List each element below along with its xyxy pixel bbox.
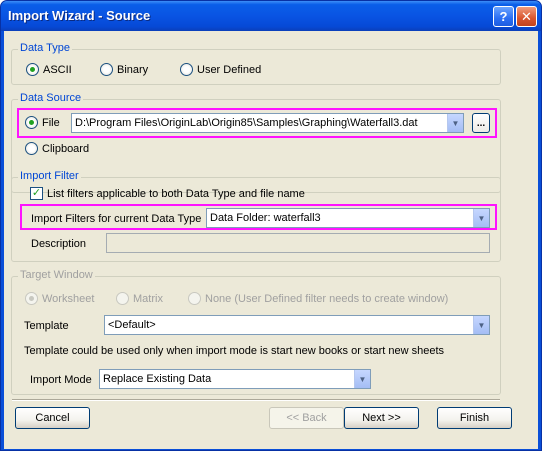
chevron-down-icon[interactable]: ▼ bbox=[473, 316, 489, 334]
button-separator bbox=[12, 399, 500, 401]
radio-worksheet[interactable]: Worksheet bbox=[25, 292, 94, 305]
file-path-combo[interactable]: D:\Program Files\OriginLab\Origin85\Samp… bbox=[71, 113, 464, 133]
cancel-button[interactable]: Cancel bbox=[15, 407, 90, 429]
radio-user-defined-indicator bbox=[180, 63, 193, 76]
radio-ascii[interactable]: ASCII bbox=[26, 63, 72, 76]
back-button[interactable]: << Back bbox=[269, 407, 344, 429]
data-type-title: Data Type bbox=[18, 42, 72, 54]
import-filter-value: Data Folder: waterfall3 bbox=[210, 212, 321, 224]
radio-file-label: File bbox=[42, 116, 60, 129]
window-title: Import Wizard - Source bbox=[8, 8, 151, 23]
list-filters-label: List filters applicable to both Data Typ… bbox=[47, 187, 305, 200]
radio-file[interactable]: File bbox=[25, 116, 60, 129]
radio-ascii-label: ASCII bbox=[43, 63, 72, 76]
import-wizard-window: Import Wizard - Source ? ✕ Data Type ASC… bbox=[0, 0, 542, 451]
radio-user-defined-label: User Defined bbox=[197, 63, 262, 76]
browse-button[interactable]: ... bbox=[472, 113, 490, 133]
radio-worksheet-label: Worksheet bbox=[42, 292, 95, 305]
radio-matrix-indicator bbox=[116, 292, 129, 305]
close-icon: ✕ bbox=[521, 8, 532, 24]
chevron-down-icon[interactable]: ▼ bbox=[354, 370, 370, 388]
radio-none[interactable]: None (User Defined filter needs to creat… bbox=[188, 292, 448, 305]
radio-matrix[interactable]: Matrix bbox=[116, 292, 163, 305]
radio-binary-label: Binary bbox=[117, 63, 149, 76]
import-filter-title: Import Filter bbox=[18, 170, 81, 182]
close-button[interactable]: ✕ bbox=[516, 6, 537, 27]
template-note: Template could be used only when import … bbox=[24, 345, 445, 357]
import-mode-label: Import Mode bbox=[30, 374, 92, 386]
dialog-body: Data Type ASCII Binary User Defined Data… bbox=[4, 31, 538, 449]
import-mode-combo[interactable]: Replace Existing Data ▼ bbox=[99, 369, 371, 389]
radio-matrix-label: Matrix bbox=[133, 292, 163, 305]
radio-none-label: None (User Defined filter needs to creat… bbox=[205, 292, 449, 305]
next-button-label: Next >> bbox=[362, 412, 401, 424]
radio-none-indicator bbox=[188, 292, 201, 305]
help-icon: ? bbox=[499, 9, 508, 24]
title-bar[interactable]: Import Wizard - Source ? ✕ bbox=[1, 1, 541, 31]
template-combo[interactable]: <Default> ▼ bbox=[104, 315, 490, 335]
help-button[interactable]: ? bbox=[493, 6, 514, 27]
radio-user-defined[interactable]: User Defined bbox=[180, 63, 261, 76]
import-filter-combo[interactable]: Data Folder: waterfall3 ▼ bbox=[206, 208, 490, 228]
back-button-label: << Back bbox=[286, 412, 327, 424]
ellipsis-icon: ... bbox=[476, 117, 486, 129]
import-mode-value: Replace Existing Data bbox=[103, 373, 212, 385]
description-label: Description bbox=[31, 238, 87, 250]
chevron-down-icon[interactable]: ▼ bbox=[473, 209, 489, 227]
radio-file-indicator bbox=[25, 116, 38, 129]
chevron-down-icon[interactable]: ▼ bbox=[447, 114, 463, 132]
template-value: <Default> bbox=[108, 319, 156, 331]
template-label: Template bbox=[24, 320, 69, 332]
checkmark-icon: ✓ bbox=[30, 187, 43, 200]
list-filters-checkbox[interactable]: ✓ List filters applicable to both Data T… bbox=[30, 187, 305, 200]
file-path-value: D:\Program Files\OriginLab\Origin85\Samp… bbox=[75, 117, 418, 129]
radio-clipboard-indicator bbox=[25, 142, 38, 155]
cancel-button-label: Cancel bbox=[35, 412, 70, 424]
radio-ascii-indicator bbox=[26, 63, 39, 76]
radio-worksheet-indicator bbox=[25, 292, 38, 305]
target-window-title: Target Window bbox=[18, 269, 95, 281]
filters-label: Import Filters for current Data Type bbox=[31, 213, 202, 225]
radio-binary[interactable]: Binary bbox=[100, 63, 148, 76]
description-field bbox=[106, 233, 490, 253]
finish-button-label: Finish bbox=[459, 412, 490, 424]
finish-button[interactable]: Finish bbox=[437, 407, 512, 429]
radio-clipboard-label: Clipboard bbox=[42, 142, 90, 155]
next-button[interactable]: Next >> bbox=[344, 407, 419, 429]
radio-clipboard[interactable]: Clipboard bbox=[25, 142, 89, 155]
data-type-group: Data Type ASCII Binary User Defined bbox=[11, 42, 501, 85]
radio-binary-indicator bbox=[100, 63, 113, 76]
data-source-title: Data Source bbox=[18, 92, 84, 104]
